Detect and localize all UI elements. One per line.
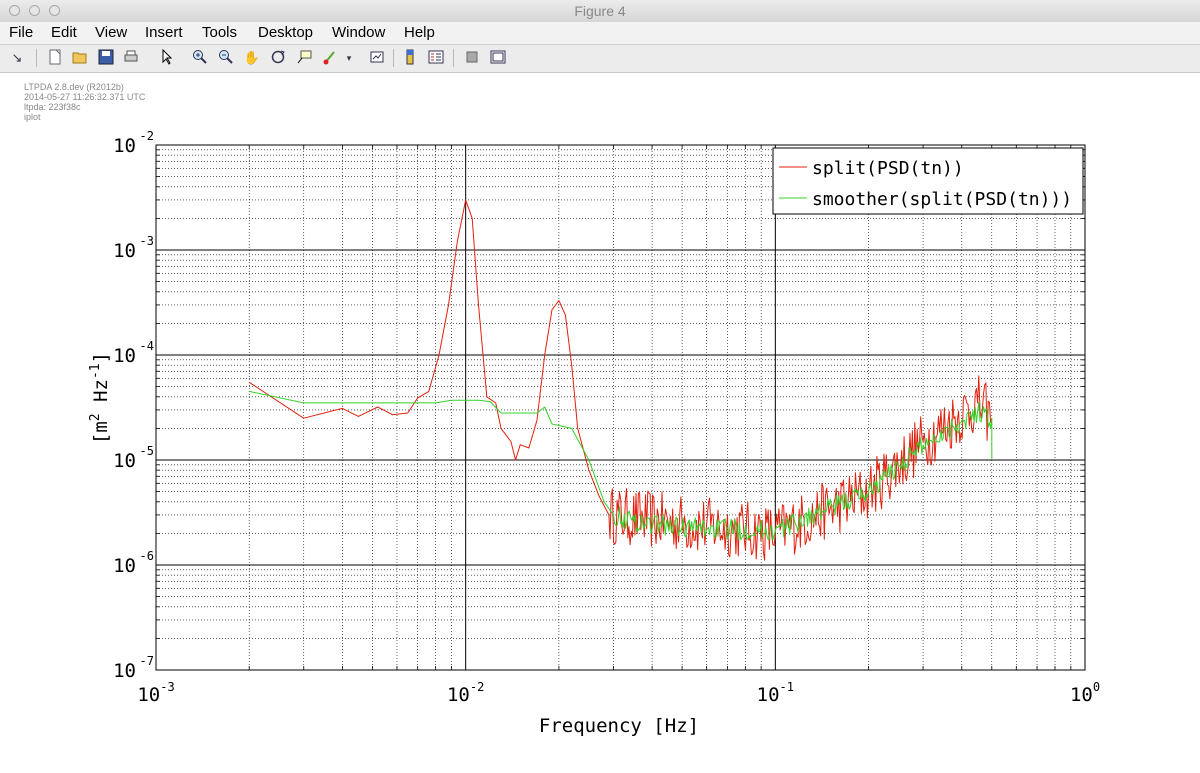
- hide-plot-tools-icon[interactable]: [463, 49, 481, 67]
- link-plot-icon[interactable]: [368, 49, 386, 67]
- menu-view[interactable]: View: [95, 24, 127, 41]
- save-icon[interactable]: [97, 49, 115, 67]
- brush-dropdown-icon[interactable]: ▾: [343, 49, 355, 67]
- menu-bar: File Edit View Insert Tools Desktop Wind…: [0, 22, 1200, 45]
- y-axis-label-exp-1: 2: [88, 413, 103, 421]
- y-tick-label: 10 -4: [113, 339, 154, 367]
- y-tick-label: 10 -5: [113, 444, 154, 472]
- zoom-in-icon[interactable]: [191, 49, 209, 67]
- y-axis-label-exp-2: -1: [88, 363, 103, 379]
- window-titlebar: Figure 4: [0, 0, 1200, 23]
- y-tick-label: 10 -7: [113, 654, 154, 682]
- legend-label-smoother: smoother(split(PSD(tn))): [812, 189, 1072, 210]
- x-tick-label: 10-1: [757, 680, 794, 706]
- new-figure-icon[interactable]: [46, 49, 64, 67]
- pan-hand-icon[interactable]: ✋: [243, 49, 261, 67]
- data-cursor-icon[interactable]: [295, 49, 313, 67]
- print-icon[interactable]: [122, 49, 140, 67]
- toolbar-separator: [36, 49, 37, 67]
- menu-desktop[interactable]: Desktop: [258, 24, 313, 41]
- menu-tools[interactable]: Tools: [202, 24, 237, 41]
- series-layer: [248, 199, 993, 561]
- open-file-icon[interactable]: [71, 49, 89, 67]
- menu-edit[interactable]: Edit: [51, 24, 77, 41]
- legend[interactable]: split(PSD(tn)) smoother(split(PSD(tn))): [772, 147, 1084, 215]
- major-grid: [155, 144, 1086, 671]
- menu-insert[interactable]: Insert: [145, 24, 183, 41]
- y-axis-label-close: ]: [90, 352, 112, 363]
- toolbar-separator: [453, 49, 454, 67]
- figure-canvas: LTPDA 2.8.dev (R2012b) 2014-05-27 11:26:…: [0, 73, 1200, 773]
- psd-chart: 10-3 10-2 10-1 10010 -210 -310 -410 -510 -610 -7 …: [88, 129, 1100, 737]
- y-tick-label: 10 -2: [113, 129, 154, 157]
- brush-icon[interactable]: [321, 49, 339, 67]
- colorbar-icon[interactable]: [401, 49, 419, 67]
- toolbar-separator: [393, 49, 394, 67]
- y-axis-label-open: [m: [90, 421, 112, 444]
- menu-window[interactable]: Window: [332, 24, 385, 41]
- y-axis-label: [m2 Hz-1]: [88, 352, 112, 444]
- rotate-3d-icon[interactable]: [269, 49, 287, 67]
- figure-toolbar: ↘ ✋ ▾: [0, 45, 1200, 73]
- axes-box: [155, 144, 1086, 671]
- y-axis-label-unit: Hz: [90, 379, 112, 413]
- x-tick-label: 100: [1070, 680, 1100, 706]
- legend-label-split: split(PSD(tn)): [812, 158, 964, 179]
- zoom-out-icon[interactable]: [217, 49, 235, 67]
- series-line-split: [248, 199, 993, 561]
- show-plot-tools-icon[interactable]: [489, 49, 507, 67]
- y-tick-label: 10 -3: [113, 234, 154, 262]
- series-line-smoother: [249, 390, 993, 541]
- menu-help[interactable]: Help: [404, 24, 435, 41]
- x-axis-label: Frequency [Hz]: [539, 715, 699, 737]
- select-pointer-icon[interactable]: [158, 48, 176, 67]
- minor-grid: [156, 145, 1085, 670]
- menu-file[interactable]: File: [9, 24, 33, 41]
- legend-icon[interactable]: [427, 49, 445, 67]
- arrow-icon[interactable]: ↘: [8, 49, 26, 67]
- window-title: Figure 4: [574, 3, 626, 19]
- y-tick-label: 10 -6: [113, 549, 154, 577]
- x-tick-label: 10-2: [447, 680, 484, 706]
- axis-ticks: [156, 145, 1085, 670]
- x-tick-label: 10-3: [137, 680, 174, 706]
